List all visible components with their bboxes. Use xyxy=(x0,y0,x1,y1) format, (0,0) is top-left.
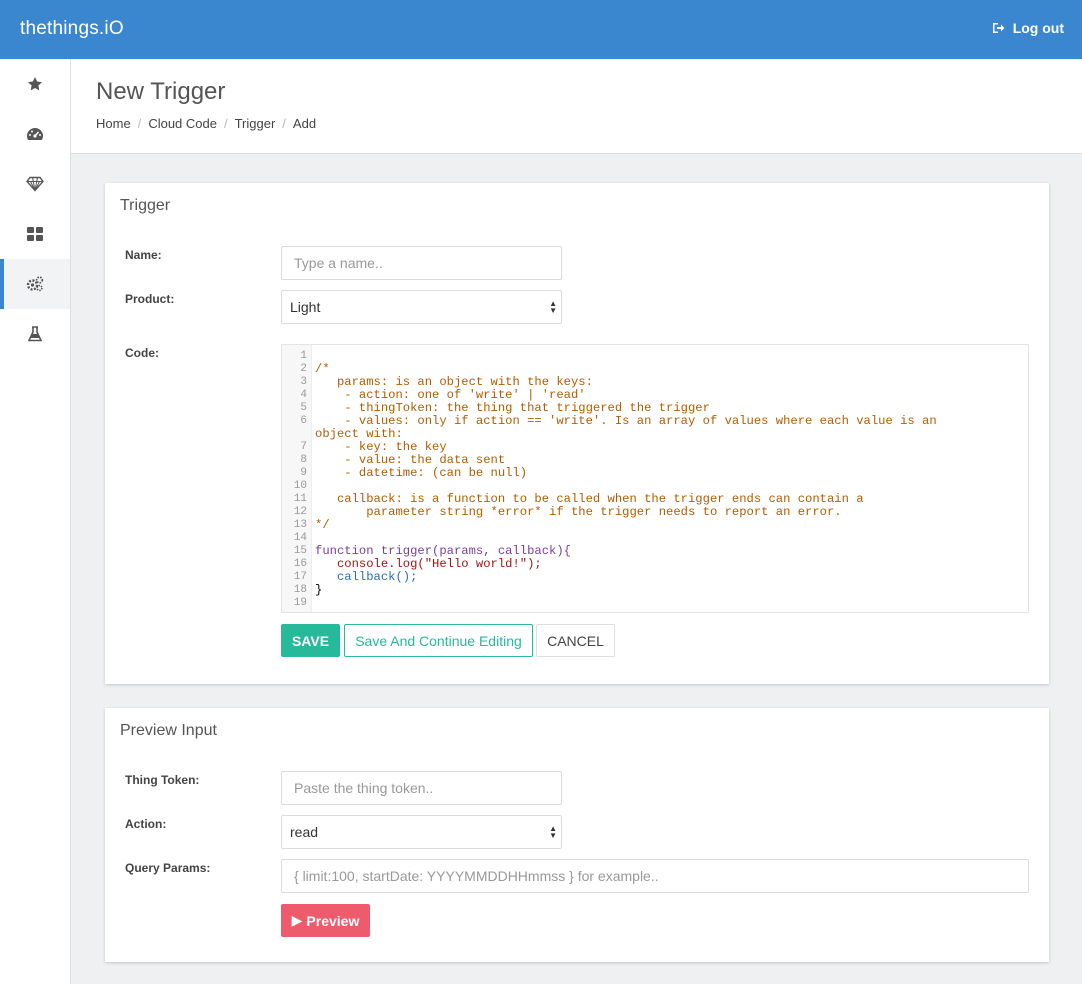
code-text: */ xyxy=(315,518,330,532)
diamond-icon xyxy=(26,176,44,192)
line-number: 5 xyxy=(300,402,307,414)
play-icon: ▶ xyxy=(291,912,303,928)
query-params-label: Query Params: xyxy=(125,861,211,875)
code-line: 13 */ xyxy=(282,519,1028,532)
line-number: 12 xyxy=(293,506,307,518)
grid-icon xyxy=(27,227,43,241)
code-text: parameter string *error* if the trigger … xyxy=(315,505,842,519)
top-navbar: thethings.iO Log out xyxy=(0,0,1082,59)
sidebar-item-dashboards[interactable] xyxy=(0,209,70,259)
line-number: 11 xyxy=(293,493,307,505)
line-number: 17 xyxy=(293,571,307,583)
sign-out-icon xyxy=(992,22,1005,34)
sidebar-item-products[interactable] xyxy=(0,159,70,209)
line-number: 4 xyxy=(300,389,307,401)
dashboard-icon xyxy=(26,126,44,142)
preview-button[interactable]: ▶ Preview xyxy=(281,904,370,937)
line-number: 13 xyxy=(293,519,307,531)
code-line: 17 callback(); xyxy=(282,571,1028,584)
code-line: 12 parameter string *error* if the trigg… xyxy=(282,506,1028,519)
line-number: 16 xyxy=(293,558,307,570)
page-header: New Trigger Home / Cloud Code / Trigger … xyxy=(71,59,1082,154)
code-text: - values: only if action == 'write'. Is … xyxy=(315,414,937,428)
brand-logo[interactable]: thethings.iO xyxy=(20,18,124,40)
panel-title: Trigger xyxy=(120,197,171,214)
gears-icon xyxy=(26,276,44,292)
sidebar-item-dashboard[interactable] xyxy=(0,109,70,159)
product-select[interactable]: Light ▲ ▼ xyxy=(281,290,562,324)
star-icon xyxy=(27,76,43,92)
sidebar-item-labs[interactable] xyxy=(0,309,70,359)
breadcrumb: Home / Cloud Code / Trigger / Add xyxy=(96,116,316,131)
breadcrumb-cloud-code[interactable]: Cloud Code xyxy=(148,116,217,131)
sidebar xyxy=(0,59,71,984)
name-input[interactable]: Type a name.. xyxy=(281,246,562,280)
sidebar-item-cloud-code[interactable] xyxy=(0,259,70,309)
line-number: 8 xyxy=(300,454,307,466)
line-number: 10 xyxy=(293,480,307,492)
breadcrumb-home[interactable]: Home xyxy=(96,116,131,131)
logout-button[interactable]: Log out xyxy=(992,20,1064,36)
line-number: 3 xyxy=(300,376,307,388)
line-number: 7 xyxy=(300,441,307,453)
line-number: 2 xyxy=(300,363,307,375)
line-number: 14 xyxy=(293,532,307,544)
logout-label: Log out xyxy=(1012,20,1064,36)
breadcrumb-separator: / xyxy=(223,116,228,131)
cancel-button[interactable]: CANCEL xyxy=(536,624,615,657)
select-arrows-icon: ▲ ▼ xyxy=(549,299,557,315)
thing-token-label: Thing Token: xyxy=(125,773,200,787)
thing-token-input[interactable]: Paste the thing token.. xyxy=(281,771,562,805)
preview-button-label: Preview xyxy=(306,912,360,929)
action-select-value: read xyxy=(290,824,319,840)
line-number: 18 xyxy=(293,584,307,596)
line-number: 15 xyxy=(293,545,307,557)
line-number: 19 xyxy=(293,597,307,609)
breadcrumb-separator: / xyxy=(137,116,142,131)
code-label: Code: xyxy=(125,346,159,360)
breadcrumb-trigger[interactable]: Trigger xyxy=(235,116,276,131)
query-params-input[interactable]: { limit:100, startDate: YYYYMMDDHHmmss }… xyxy=(281,859,1029,893)
line-number: 6 xyxy=(300,415,307,427)
code-line: 9 - datetime: (can be null) xyxy=(282,467,1028,480)
breadcrumb-add: Add xyxy=(292,116,317,131)
name-label: Name: xyxy=(125,248,162,262)
save-and-continue-button[interactable]: Save And Continue Editing xyxy=(344,624,533,657)
panel-title: Preview Input xyxy=(120,722,217,739)
select-arrows-icon: ▲ ▼ xyxy=(549,824,557,840)
preview-input-panel: Preview Input Thing Token: Paste the thi… xyxy=(105,708,1049,962)
flask-icon xyxy=(28,326,42,342)
save-button[interactable]: SAVE xyxy=(281,624,340,657)
trigger-panel: Trigger Name: Type a name.. Product: Lig… xyxy=(105,183,1049,684)
code-text: - datetime: (can be null) xyxy=(315,466,528,480)
product-label: Product: xyxy=(125,292,175,306)
breadcrumb-separator: / xyxy=(282,116,286,131)
code-text: callback(); xyxy=(315,570,418,584)
action-select[interactable]: read ▲ ▼ xyxy=(281,815,562,849)
sidebar-item-favorites[interactable] xyxy=(0,59,70,109)
page-title: New Trigger xyxy=(96,78,226,105)
code-line: 1 xyxy=(282,350,1028,363)
line-number: 1 xyxy=(300,350,307,362)
code-line: 18} xyxy=(282,584,1028,597)
product-select-value: Light xyxy=(290,299,321,315)
code-line: 19 xyxy=(282,597,1028,610)
code-text: } xyxy=(315,583,323,597)
action-label: Action: xyxy=(125,817,167,831)
code-editor[interactable]: 1 2/* 3 params: is an object with the keys… xyxy=(281,344,1029,613)
line-number: 9 xyxy=(300,467,307,479)
